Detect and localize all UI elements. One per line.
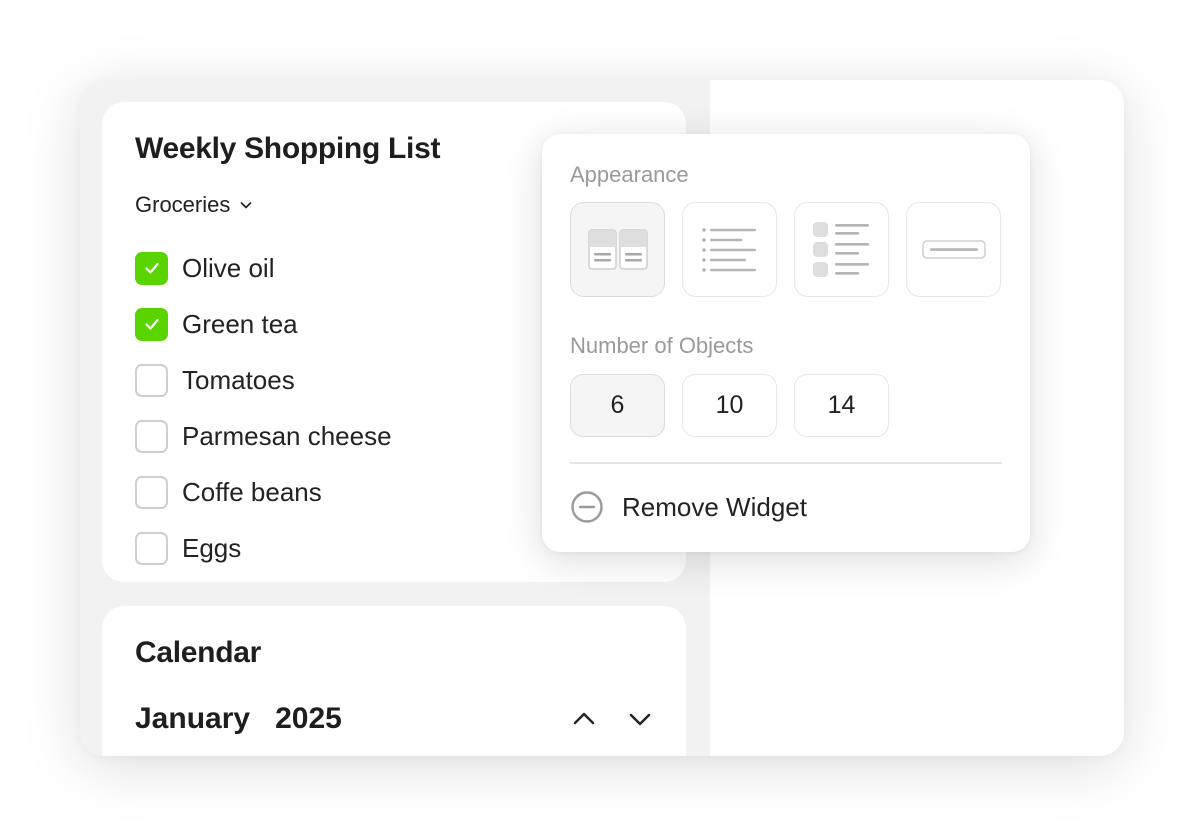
item-label: Coffe beans [182,476,322,507]
month-header: January 2025 [135,702,655,736]
list-item[interactable]: Parmesan cheese [135,408,392,464]
calendar-nav [569,704,655,734]
next-month-button[interactable] [625,704,655,734]
shopping-list-title: Weekly Shopping List [135,132,441,165]
chevron-up-icon [573,712,595,725]
appearance-option-icon-list[interactable] [794,202,889,297]
compact-bar-icon [921,239,986,259]
checkbox[interactable] [135,363,168,397]
item-label: Olive oil [182,252,275,283]
list-item[interactable]: Eggs [135,520,392,576]
chevron-down-icon [629,713,651,726]
calendar-title: Calendar [135,636,261,669]
check-icon [144,318,159,330]
checkbox[interactable] [135,251,168,285]
list-item[interactable]: Green tea [135,296,392,352]
chevron-down-icon [241,202,252,209]
list-item[interactable]: Olive oil [135,240,392,296]
count-option-6[interactable]: 6 [570,374,665,437]
check-icon [144,262,159,274]
object-count-options: 6 10 14 [570,374,889,437]
shopping-items: Olive oil Green tea Tomatoes Parmesan ch… [135,240,392,576]
appearance-option-two-column[interactable] [570,202,665,297]
two-column-layout-icon [587,228,648,270]
widget-settings-popover: Appearance Number of Objects 6 10 14 Rem… [542,134,1030,552]
checkbox[interactable] [135,531,168,565]
checkbox[interactable] [135,307,168,341]
remove-widget-button[interactable]: Remove Widget [570,490,807,524]
appearance-label: Appearance [570,162,689,187]
category-dropdown[interactable]: Groceries [135,192,254,218]
appearance-option-bullet-list[interactable] [682,202,777,297]
checkbox[interactable] [135,475,168,509]
year-label: 2025 [275,702,342,735]
appearance-option-compact-bar[interactable] [906,202,1001,297]
month-label: January [135,702,251,735]
item-label: Green tea [182,308,298,339]
item-label: Eggs [182,532,242,563]
list-item[interactable]: Tomatoes [135,352,392,408]
calendar-widget: Calendar January 2025 [102,606,686,756]
item-label: Parmesan cheese [182,420,392,451]
minus-circle-icon [571,491,603,523]
item-label: Tomatoes [182,364,295,395]
list-item[interactable]: Coffe beans [135,464,392,520]
count-option-14[interactable]: 14 [794,374,889,437]
number-of-objects-label: Number of Objects [570,333,754,358]
appearance-options [570,202,1001,297]
remove-widget-label: Remove Widget [622,491,807,522]
icon-list-icon [812,221,869,277]
divider [570,462,1002,464]
bullet-list-icon [701,227,756,272]
category-label: Groceries [135,192,231,217]
checkbox[interactable] [135,419,168,453]
count-option-10[interactable]: 10 [682,374,777,437]
previous-month-button[interactable] [569,704,599,734]
